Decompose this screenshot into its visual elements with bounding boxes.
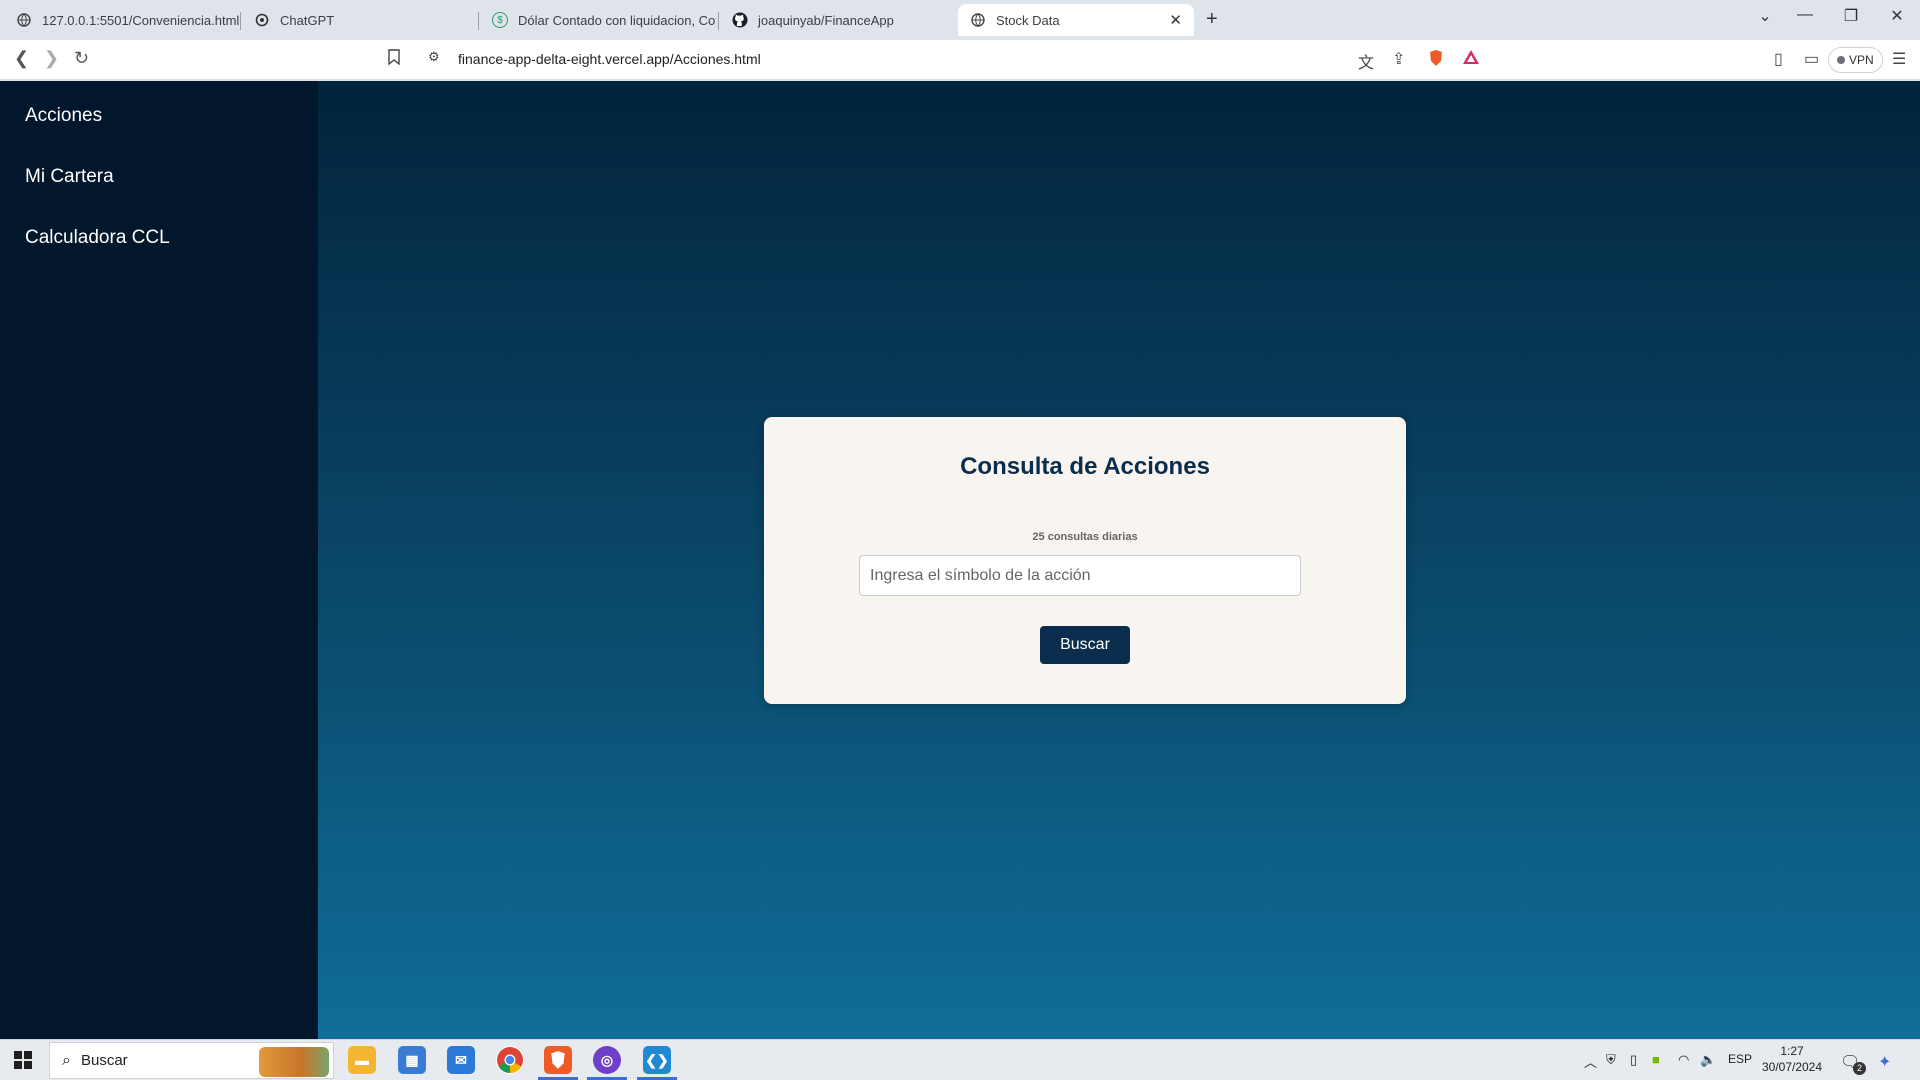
sidebar-item-acciones[interactable]: Acciones <box>25 105 102 127</box>
network-shield-icon[interactable]: ⛨ <box>1606 1052 1616 1068</box>
sidebar-toggle-icon[interactable]: ▯ <box>1774 49 1783 69</box>
main-content: Consulta de Acciones 25 consultas diaria… <box>318 81 1920 1039</box>
tab-github[interactable]: joaquinyab/FinanceApp <box>720 4 956 36</box>
tab-title: Stock Data <box>996 12 1060 28</box>
forward-icon[interactable]: ❯ <box>44 48 59 69</box>
tab-title: 127.0.0.1:5501/Conveniencia.html <box>42 12 240 28</box>
site-settings-icon[interactable]: ⚙ <box>428 49 440 65</box>
menu-icon[interactable]: ☰ <box>1892 49 1906 69</box>
vpn-status-icon <box>1837 56 1845 64</box>
tab-title: joaquinyab/FinanceApp <box>758 12 894 28</box>
volume-icon[interactable]: 🔈 <box>1700 1052 1716 1068</box>
tab-separator <box>478 12 479 30</box>
vpn-label: VPN <box>1849 53 1874 67</box>
minimize-icon[interactable]: — <box>1790 6 1820 24</box>
brave-icon[interactable] <box>538 1046 578 1080</box>
show-hidden-icons-chevron-icon[interactable]: ︿ <box>1584 1052 1597 1071</box>
tab-conveniencia[interactable]: 127.0.0.1:5501/Conveniencia.html <box>4 4 240 36</box>
url-text[interactable]: finance-app-delta-eight.vercel.app/Accio… <box>458 51 761 67</box>
github-icon <box>732 12 748 28</box>
tab-separator <box>240 12 241 30</box>
file-explorer-icon[interactable]: ▬ <box>348 1046 376 1074</box>
tab-title: ChatGPT <box>280 12 335 28</box>
chrome-icon[interactable] <box>496 1046 524 1074</box>
store-icon[interactable]: ▦ <box>398 1046 426 1074</box>
mail-icon[interactable]: ✉ <box>447 1046 475 1074</box>
translate-icon[interactable]: 文 <box>1358 49 1374 73</box>
vscode-icon[interactable]: ❮❯ <box>637 1046 677 1080</box>
chatgpt-icon <box>254 12 270 28</box>
nvidia-icon[interactable]: ■ <box>1652 1052 1660 1067</box>
clock-time: 1:27 <box>1780 1044 1804 1058</box>
sidebar: Acciones Mi Cartera Calculadora CCL <box>0 81 318 1039</box>
new-tab-button[interactable]: + <box>1206 8 1218 31</box>
sidebar-item-mi-cartera[interactable]: Mi Cartera <box>25 166 114 188</box>
search-highlight-image <box>259 1047 329 1077</box>
wifi-icon[interactable]: ◠ <box>1678 1052 1689 1068</box>
copilot-icon[interactable]: ✦ <box>1878 1052 1891 1072</box>
language-indicator[interactable]: ESP <box>1728 1052 1752 1066</box>
globe-icon <box>16 12 32 28</box>
share-icon[interactable]: ⇪ <box>1392 49 1405 69</box>
stock-query-card: Consulta de Acciones 25 consultas diaria… <box>764 417 1406 704</box>
brave-shield-icon[interactable] <box>1428 49 1444 72</box>
brave-rewards-icon[interactable] <box>1462 49 1480 70</box>
clock-date: 30/07/2024 <box>1761 1060 1823 1074</box>
search-button[interactable]: Buscar <box>1040 626 1130 664</box>
reload-icon[interactable]: ↻ <box>74 48 89 69</box>
browser-toolbar: ❮ ❯ ↻ ⚙ finance-app-delta-eight.vercel.a… <box>0 40 1920 80</box>
daily-quota-text: 25 consultas diarias <box>1032 531 1138 543</box>
card-title: Consulta de Acciones <box>960 453 1210 480</box>
taskbar-search-box[interactable]: ⌕ Buscar <box>49 1042 334 1079</box>
back-icon[interactable]: ❮ <box>14 48 29 69</box>
tab-title: Dólar Contado con liquidacion, Cot <box>518 12 716 28</box>
tab-search-chevron-icon[interactable]: ⌄ <box>1750 6 1780 26</box>
globe-icon <box>970 12 986 28</box>
close-tab-icon[interactable]: ✕ <box>1169 11 1182 29</box>
tab-chatgpt[interactable]: ChatGPT <box>242 4 478 36</box>
stock-symbol-input[interactable] <box>859 555 1301 596</box>
vpn-button[interactable]: VPN <box>1828 47 1883 73</box>
dollar-icon: $ <box>492 12 508 28</box>
windows-taskbar: ⌕ Buscar ▬ ▦ ✉ ◎ ❮❯ ︿ ⛨ ▯ ■ ◠ 🔈 ESP 1:27… <box>0 1039 1920 1080</box>
sidebar-item-calculadora-ccl[interactable]: Calculadora CCL <box>25 227 170 249</box>
search-icon: ⌕ <box>62 1051 71 1069</box>
taskbar-clock[interactable]: 1:27 30/07/2024 <box>1760 1043 1824 1075</box>
tab-stock-data[interactable]: Stock Data ✕ <box>958 4 1194 36</box>
browser-tab-bar: 127.0.0.1:5501/Conveniencia.html ChatGPT… <box>0 0 1920 40</box>
restore-icon[interactable]: ❐ <box>1836 6 1866 26</box>
wallet-icon[interactable]: ▭ <box>1804 49 1819 69</box>
notification-badge: 2 <box>1853 1062 1866 1075</box>
github-desktop-icon[interactable]: ◎ <box>587 1046 627 1080</box>
tab-dolar-ccl[interactable]: $ Dólar Contado con liquidacion, Cot <box>480 4 716 36</box>
windows-start-icon[interactable] <box>14 1051 32 1069</box>
tab-separator <box>718 12 719 30</box>
bookmark-icon[interactable] <box>388 49 400 70</box>
usb-device-icon[interactable]: ▯ <box>1630 1052 1637 1068</box>
taskbar-search-label: Buscar <box>80 1052 128 1069</box>
close-window-icon[interactable]: ✕ <box>1882 6 1912 26</box>
